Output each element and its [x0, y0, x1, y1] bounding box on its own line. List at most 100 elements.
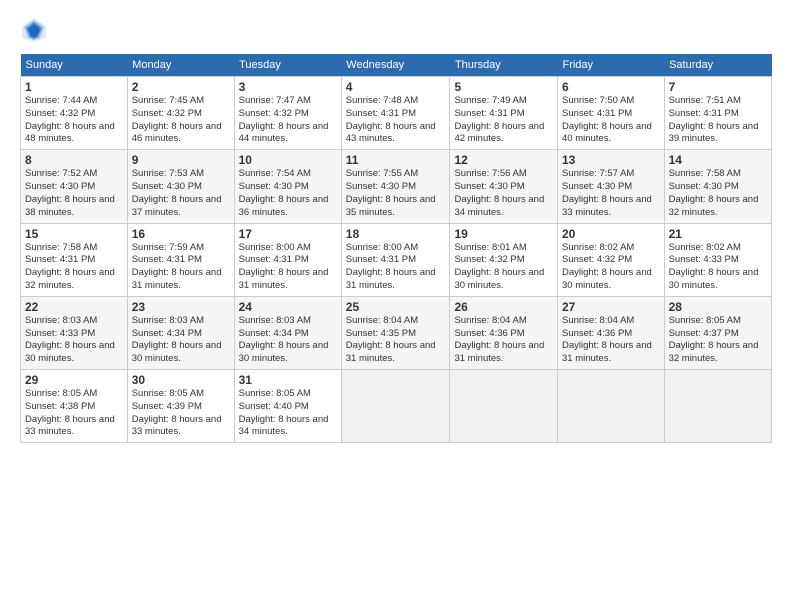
day-info: Sunrise: 8:04 AMSunset: 4:36 PMDaylight:… [454, 315, 544, 364]
day-info: Sunrise: 7:48 AMSunset: 4:31 PMDaylight:… [346, 95, 436, 144]
day-number: 15 [25, 227, 123, 241]
calendar-cell: 8Sunrise: 7:52 AMSunset: 4:30 PMDaylight… [21, 150, 128, 223]
day-info: Sunrise: 7:58 AMSunset: 4:30 PMDaylight:… [669, 168, 759, 217]
calendar-cell: 10Sunrise: 7:54 AMSunset: 4:30 PMDayligh… [234, 150, 341, 223]
weekday-header-saturday: Saturday [664, 54, 771, 77]
day-info: Sunrise: 7:53 AMSunset: 4:30 PMDaylight:… [132, 168, 222, 217]
day-number: 8 [25, 153, 123, 167]
day-info: Sunrise: 7:44 AMSunset: 4:32 PMDaylight:… [25, 95, 115, 144]
day-info: Sunrise: 8:03 AMSunset: 4:34 PMDaylight:… [239, 315, 329, 364]
day-number: 29 [25, 373, 123, 387]
calendar-cell: 24Sunrise: 8:03 AMSunset: 4:34 PMDayligh… [234, 296, 341, 369]
day-info: Sunrise: 7:59 AMSunset: 4:31 PMDaylight:… [132, 242, 222, 291]
day-info: Sunrise: 8:05 AMSunset: 4:39 PMDaylight:… [132, 388, 222, 437]
day-info: Sunrise: 7:47 AMSunset: 4:32 PMDaylight:… [239, 95, 329, 144]
day-info: Sunrise: 8:04 AMSunset: 4:36 PMDaylight:… [562, 315, 652, 364]
day-number: 18 [346, 227, 446, 241]
day-info: Sunrise: 8:00 AMSunset: 4:31 PMDaylight:… [239, 242, 329, 291]
header [20, 16, 772, 44]
day-info: Sunrise: 8:02 AMSunset: 4:33 PMDaylight:… [669, 242, 759, 291]
day-info: Sunrise: 8:05 AMSunset: 4:38 PMDaylight:… [25, 388, 115, 437]
calendar-cell: 26Sunrise: 8:04 AMSunset: 4:36 PMDayligh… [450, 296, 558, 369]
day-number: 9 [132, 153, 230, 167]
day-info: Sunrise: 8:02 AMSunset: 4:32 PMDaylight:… [562, 242, 652, 291]
day-info: Sunrise: 7:55 AMSunset: 4:30 PMDaylight:… [346, 168, 436, 217]
week-row-1: 1Sunrise: 7:44 AMSunset: 4:32 PMDaylight… [21, 77, 772, 150]
day-info: Sunrise: 7:52 AMSunset: 4:30 PMDaylight:… [25, 168, 115, 217]
calendar-cell: 2Sunrise: 7:45 AMSunset: 4:32 PMDaylight… [127, 77, 234, 150]
calendar-cell [450, 370, 558, 443]
day-number: 7 [669, 80, 767, 94]
day-number: 17 [239, 227, 337, 241]
day-number: 23 [132, 300, 230, 314]
day-info: Sunrise: 7:58 AMSunset: 4:31 PMDaylight:… [25, 242, 115, 291]
weekday-header-thursday: Thursday [450, 54, 558, 77]
calendar-cell: 1Sunrise: 7:44 AMSunset: 4:32 PMDaylight… [21, 77, 128, 150]
day-info: Sunrise: 8:01 AMSunset: 4:32 PMDaylight:… [454, 242, 544, 291]
day-number: 25 [346, 300, 446, 314]
day-number: 22 [25, 300, 123, 314]
day-number: 12 [454, 153, 553, 167]
day-number: 20 [562, 227, 660, 241]
calendar-cell: 19Sunrise: 8:01 AMSunset: 4:32 PMDayligh… [450, 223, 558, 296]
day-info: Sunrise: 8:04 AMSunset: 4:35 PMDaylight:… [346, 315, 436, 364]
day-info: Sunrise: 8:05 AMSunset: 4:40 PMDaylight:… [239, 388, 329, 437]
day-number: 11 [346, 153, 446, 167]
day-number: 3 [239, 80, 337, 94]
calendar-cell [664, 370, 771, 443]
calendar-cell: 12Sunrise: 7:56 AMSunset: 4:30 PMDayligh… [450, 150, 558, 223]
week-row-4: 22Sunrise: 8:03 AMSunset: 4:33 PMDayligh… [21, 296, 772, 369]
calendar-table: SundayMondayTuesdayWednesdayThursdayFrid… [20, 54, 772, 443]
day-number: 10 [239, 153, 337, 167]
calendar-cell: 17Sunrise: 8:00 AMSunset: 4:31 PMDayligh… [234, 223, 341, 296]
day-number: 5 [454, 80, 553, 94]
calendar-cell: 3Sunrise: 7:47 AMSunset: 4:32 PMDaylight… [234, 77, 341, 150]
page: SundayMondayTuesdayWednesdayThursdayFrid… [0, 0, 792, 612]
day-number: 28 [669, 300, 767, 314]
day-info: Sunrise: 8:03 AMSunset: 4:34 PMDaylight:… [132, 315, 222, 364]
calendar-cell: 29Sunrise: 8:05 AMSunset: 4:38 PMDayligh… [21, 370, 128, 443]
logo-icon [20, 16, 48, 44]
week-row-2: 8Sunrise: 7:52 AMSunset: 4:30 PMDaylight… [21, 150, 772, 223]
calendar-cell: 5Sunrise: 7:49 AMSunset: 4:31 PMDaylight… [450, 77, 558, 150]
calendar-cell: 9Sunrise: 7:53 AMSunset: 4:30 PMDaylight… [127, 150, 234, 223]
day-number: 24 [239, 300, 337, 314]
week-row-5: 29Sunrise: 8:05 AMSunset: 4:38 PMDayligh… [21, 370, 772, 443]
week-row-3: 15Sunrise: 7:58 AMSunset: 4:31 PMDayligh… [21, 223, 772, 296]
weekday-header-monday: Monday [127, 54, 234, 77]
day-number: 19 [454, 227, 553, 241]
calendar-cell: 28Sunrise: 8:05 AMSunset: 4:37 PMDayligh… [664, 296, 771, 369]
day-info: Sunrise: 8:00 AMSunset: 4:31 PMDaylight:… [346, 242, 436, 291]
logo [20, 16, 50, 44]
day-info: Sunrise: 7:54 AMSunset: 4:30 PMDaylight:… [239, 168, 329, 217]
calendar-cell: 14Sunrise: 7:58 AMSunset: 4:30 PMDayligh… [664, 150, 771, 223]
calendar-cell: 21Sunrise: 8:02 AMSunset: 4:33 PMDayligh… [664, 223, 771, 296]
day-number: 31 [239, 373, 337, 387]
calendar-cell: 13Sunrise: 7:57 AMSunset: 4:30 PMDayligh… [557, 150, 664, 223]
day-number: 13 [562, 153, 660, 167]
calendar-cell: 11Sunrise: 7:55 AMSunset: 4:30 PMDayligh… [341, 150, 450, 223]
day-info: Sunrise: 7:49 AMSunset: 4:31 PMDaylight:… [454, 95, 544, 144]
day-info: Sunrise: 7:57 AMSunset: 4:30 PMDaylight:… [562, 168, 652, 217]
day-number: 30 [132, 373, 230, 387]
day-info: Sunrise: 7:50 AMSunset: 4:31 PMDaylight:… [562, 95, 652, 144]
day-number: 2 [132, 80, 230, 94]
weekday-header-tuesday: Tuesday [234, 54, 341, 77]
day-number: 14 [669, 153, 767, 167]
weekday-header-wednesday: Wednesday [341, 54, 450, 77]
weekday-header-row: SundayMondayTuesdayWednesdayThursdayFrid… [21, 54, 772, 77]
day-info: Sunrise: 8:03 AMSunset: 4:33 PMDaylight:… [25, 315, 115, 364]
day-number: 6 [562, 80, 660, 94]
calendar-cell: 7Sunrise: 7:51 AMSunset: 4:31 PMDaylight… [664, 77, 771, 150]
calendar-cell: 18Sunrise: 8:00 AMSunset: 4:31 PMDayligh… [341, 223, 450, 296]
calendar-cell: 31Sunrise: 8:05 AMSunset: 4:40 PMDayligh… [234, 370, 341, 443]
calendar-cell: 25Sunrise: 8:04 AMSunset: 4:35 PMDayligh… [341, 296, 450, 369]
day-number: 1 [25, 80, 123, 94]
day-number: 4 [346, 80, 446, 94]
calendar-cell: 4Sunrise: 7:48 AMSunset: 4:31 PMDaylight… [341, 77, 450, 150]
day-info: Sunrise: 7:45 AMSunset: 4:32 PMDaylight:… [132, 95, 222, 144]
calendar-cell: 23Sunrise: 8:03 AMSunset: 4:34 PMDayligh… [127, 296, 234, 369]
calendar-cell: 20Sunrise: 8:02 AMSunset: 4:32 PMDayligh… [557, 223, 664, 296]
calendar-cell: 22Sunrise: 8:03 AMSunset: 4:33 PMDayligh… [21, 296, 128, 369]
calendar-cell: 6Sunrise: 7:50 AMSunset: 4:31 PMDaylight… [557, 77, 664, 150]
